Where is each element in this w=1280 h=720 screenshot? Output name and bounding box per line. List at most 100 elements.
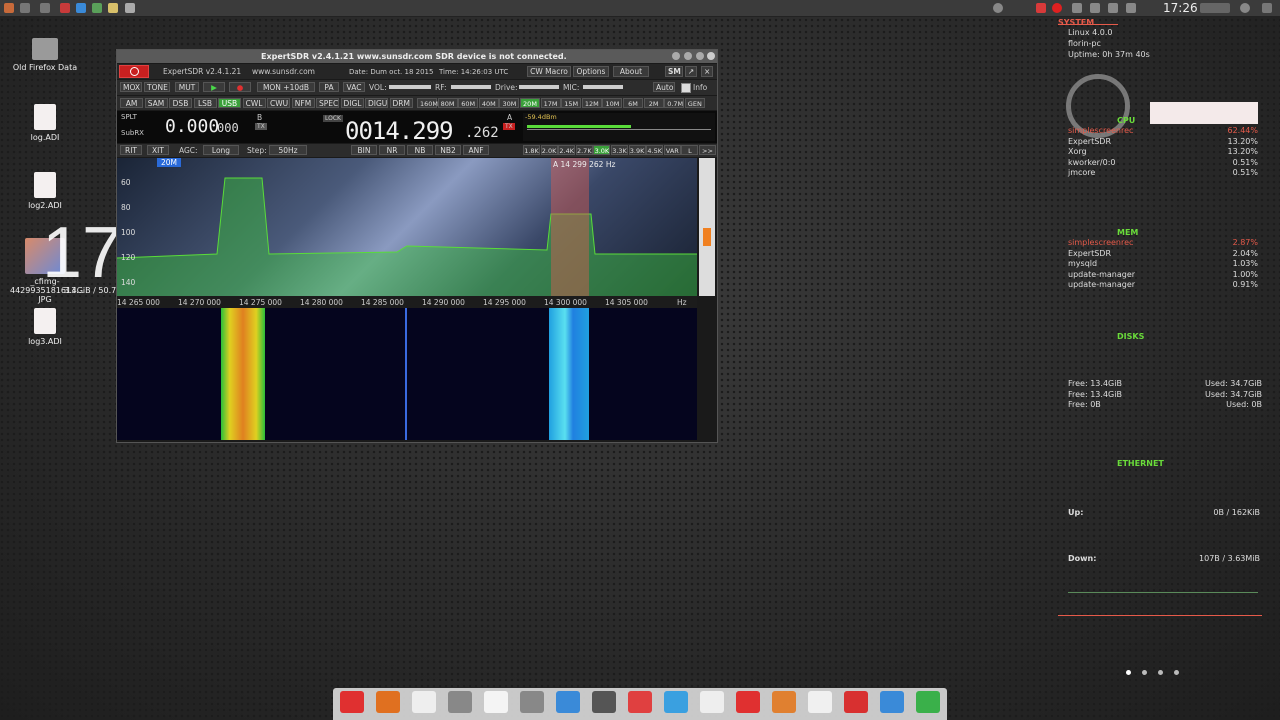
band-button-15m[interactable]: 15M: [561, 98, 582, 108]
band-button-12m[interactable]: 12M: [581, 98, 602, 108]
bluetooth-icon[interactable]: [1090, 3, 1100, 13]
app-launcher-icon[interactable]: [60, 3, 70, 13]
filter-button[interactable]: L: [681, 145, 699, 155]
indicator-icon[interactable]: [1036, 3, 1046, 13]
power-icon[interactable]: [1240, 3, 1250, 13]
filter-button[interactable]: VAR: [663, 145, 681, 155]
transmission-icon[interactable]: [664, 691, 688, 713]
cw-macro-button[interactable]: CW Macro: [527, 66, 571, 77]
window-shade-icon[interactable]: [684, 52, 692, 60]
mode-button-lsb[interactable]: LSB: [193, 98, 217, 108]
band-button-0.7m[interactable]: 0.7M: [664, 98, 685, 108]
band-button-gen[interactable]: GEN: [684, 98, 705, 108]
text-editor-icon[interactable]: [412, 691, 436, 713]
band-button-6m[interactable]: 6M: [623, 98, 643, 108]
filter-button[interactable]: 4.5K: [646, 145, 664, 155]
battery-icon[interactable]: [1200, 3, 1230, 13]
filter-button[interactable]: 3.9K: [628, 145, 646, 155]
band-button-30m[interactable]: 30M: [499, 98, 520, 108]
record-button[interactable]: ●: [229, 82, 251, 92]
folder-icon[interactable]: [556, 691, 580, 713]
mode-button-cwu[interactable]: CWU: [267, 98, 290, 108]
menu-icon[interactable]: [4, 3, 14, 13]
editor-icon[interactable]: [125, 3, 135, 13]
info-checkbox[interactable]: [681, 83, 691, 93]
document-icon[interactable]: [808, 691, 832, 713]
mode-button-spec[interactable]: SPEC: [316, 98, 339, 108]
workspace-dot[interactable]: [1174, 670, 1179, 675]
plank-icon[interactable]: [736, 691, 760, 713]
band-button-80m[interactable]: 80M: [437, 98, 458, 108]
rf-slider[interactable]: [451, 85, 491, 89]
mode-button-digu[interactable]: DIGU: [365, 98, 388, 108]
mail-icon[interactable]: [1126, 3, 1136, 13]
files-icon[interactable]: [448, 691, 472, 713]
band-button-160m[interactable]: 160M: [417, 98, 438, 108]
mode-button-am[interactable]: AM: [120, 98, 143, 108]
lock-button[interactable]: LOCK: [323, 115, 343, 122]
rit-button[interactable]: RIT: [120, 145, 142, 155]
vac-button[interactable]: VAC: [343, 82, 365, 92]
mode-button-drm[interactable]: DRM: [389, 98, 413, 108]
band-button-2m[interactable]: 2M: [643, 98, 664, 108]
desktop-icon-old-firefox[interactable]: Old Firefox Data: [10, 38, 80, 72]
forward-icon[interactable]: [40, 3, 50, 13]
band-button-17m[interactable]: 17M: [540, 98, 561, 108]
dsp-button-nb[interactable]: NB: [407, 145, 433, 155]
settings-icon[interactable]: [1262, 3, 1272, 13]
auto-button[interactable]: Auto: [653, 82, 675, 92]
youtube-icon[interactable]: [628, 691, 652, 713]
play-button[interactable]: ▶: [203, 82, 225, 92]
search-icon[interactable]: [592, 691, 616, 713]
main-frequency[interactable]: 0014.299: [345, 117, 454, 145]
mode-button-nfm[interactable]: NFM: [291, 98, 315, 108]
expertsdr-icon[interactable]: [844, 691, 868, 713]
step-select[interactable]: 50Hz: [269, 145, 307, 155]
window-titlebar[interactable]: ExpertSDR v2.4.1.21 www.sunsdr.com SDR d…: [117, 50, 717, 63]
mode-button-dsb[interactable]: DSB: [169, 98, 192, 108]
dsp-button-bin[interactable]: BIN: [351, 145, 377, 155]
filter-button[interactable]: 2.7K: [575, 145, 593, 155]
mut-button[interactable]: MUT: [175, 82, 199, 92]
agc-select[interactable]: Long: [203, 145, 239, 155]
about-button[interactable]: About: [613, 66, 649, 77]
dsp-button-anf[interactable]: ANF: [463, 145, 489, 155]
band-button-20m[interactable]: 20M: [520, 98, 540, 108]
expand-button[interactable]: ↗: [685, 66, 697, 77]
sm-button[interactable]: SM: [665, 66, 683, 77]
document-icon[interactable]: [484, 691, 508, 713]
spectrum-panel[interactable]: 20M A 14 299 262 Hz 60 80 100 120 140: [117, 158, 697, 296]
clock[interactable]: 17:26: [1163, 1, 1198, 15]
window-maximize-icon[interactable]: [696, 52, 704, 60]
scrollbar-thumb[interactable]: [703, 228, 711, 246]
mode-button-digl[interactable]: DIGL: [340, 98, 364, 108]
dsp-button-nb2[interactable]: NB2: [435, 145, 461, 155]
mail-icon[interactable]: [700, 691, 724, 713]
power-button[interactable]: [119, 65, 149, 78]
waterfall-panel[interactable]: [117, 308, 697, 440]
filter-button[interactable]: 2.0K: [540, 145, 558, 155]
band-button-60m[interactable]: 60M: [458, 98, 479, 108]
sdr-close-button[interactable]: ×: [701, 66, 713, 77]
back-icon[interactable]: [20, 3, 30, 13]
desktop-icon-log2[interactable]: log2.ADI: [10, 172, 80, 210]
options-button[interactable]: Options: [573, 66, 609, 77]
search-icon[interactable]: [993, 3, 1003, 13]
record-icon[interactable]: [1052, 3, 1062, 13]
mode-button-cwl[interactable]: CWL: [242, 98, 266, 108]
downloads-icon[interactable]: [520, 691, 544, 713]
mic-slider[interactable]: [583, 85, 623, 89]
chrome-icon[interactable]: [916, 691, 940, 713]
filter-button[interactable]: 3.3K: [611, 145, 628, 155]
workspace-dot[interactable]: [1142, 670, 1147, 675]
sub-frequency[interactable]: 0.000: [165, 116, 219, 137]
app-icon[interactable]: [880, 691, 904, 713]
network-icon[interactable]: [1108, 3, 1118, 13]
firefox-icon[interactable]: [376, 691, 400, 713]
mon-button[interactable]: MON +10dB: [257, 82, 315, 92]
workspace-dot[interactable]: [1158, 670, 1163, 675]
filter-button[interactable]: 3.0K: [593, 145, 611, 155]
volume-icon[interactable]: [1072, 3, 1082, 13]
plank-icon[interactable]: [340, 691, 364, 713]
mode-button-sam[interactable]: SAM: [144, 98, 168, 108]
